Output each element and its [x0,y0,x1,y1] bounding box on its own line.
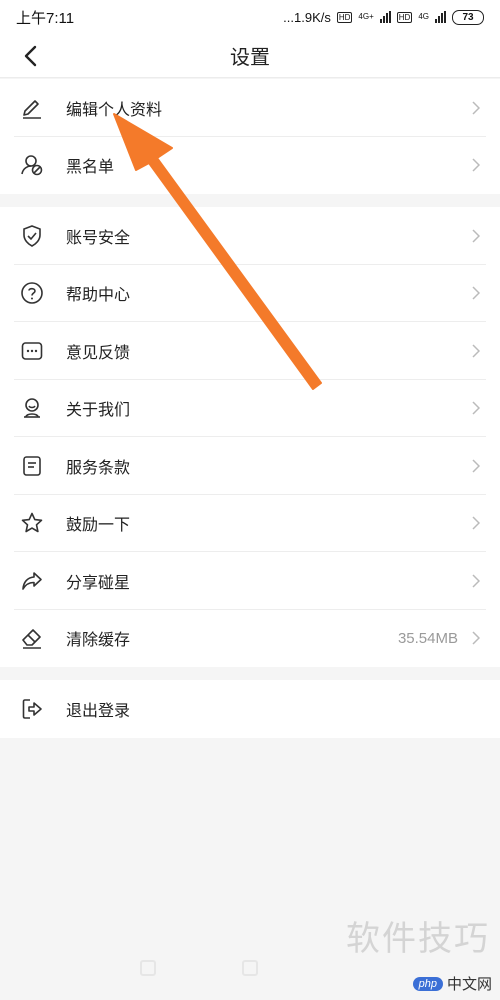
faint-nav-icon [140,960,156,976]
watermark-site: 中文网 [446,976,492,993]
row-terms-of-service[interactable]: 服务条款 [0,437,500,495]
status-indicators: ...1.9K/s HD 4G+ HD 4G 73 [283,9,484,25]
nav-header: 设置 [0,34,500,78]
chevron-right-icon [470,228,482,244]
faint-nav-icon [242,960,258,976]
eraser-icon [18,624,46,652]
status-bar: 上午7:11 ...1.9K/s HD 4G+ HD 4G 73 [0,0,500,34]
row-label: 账号安全 [66,229,131,247]
signal-icon [379,11,391,23]
row-label: 帮助中心 [66,287,131,305]
hd-icon: HD [336,11,353,23]
row-share[interactable]: 分享碰星 [0,552,500,610]
about-icon [18,394,46,422]
network-speed: ...1.9K/s [283,9,331,25]
watermark-text: 软件技巧 [346,920,490,958]
settings-group-main: 账号安全 帮助中心 意见反馈 关于我们 服务条款 鼓励一下 分享碰星 清除缓存 … [0,207,500,667]
chevron-left-icon [24,45,37,67]
cache-size: 35.54MB [397,629,458,647]
edit-icon [18,94,46,122]
back-button[interactable] [14,40,46,72]
chevron-right-icon [470,573,482,589]
hd-icon-2: HD [396,11,413,23]
row-help-center[interactable]: 帮助中心 [0,265,500,322]
chevron-right-icon [470,515,482,531]
row-label: 服务条款 [66,459,131,477]
row-edit-profile[interactable]: 编辑个人资料 [0,79,500,137]
php-logo: php [412,976,443,991]
network-type-1: 4G+ [358,12,374,21]
row-label: 黑名单 [66,159,115,177]
document-icon [18,452,46,480]
chevron-right-icon [470,343,482,359]
settings-group-profile: 编辑个人资料 黑名单 [0,79,500,194]
chevron-right-icon [470,630,482,646]
chevron-right-icon [470,285,482,301]
question-icon [18,279,46,307]
shield-icon [18,222,46,250]
row-label: 意见反馈 [66,344,131,362]
feedback-icon [18,337,46,365]
logout-icon [18,695,46,723]
blacklist-icon [18,151,46,179]
settings-screen: 上午7:11 ...1.9K/s HD 4G+ HD 4G 73 设置 编辑个人… [0,0,500,1000]
chevron-right-icon [470,157,482,173]
star-icon [18,509,46,537]
row-encourage[interactable]: 鼓励一下 [0,495,500,552]
page-title: 设置 [230,47,270,69]
row-label: 清除缓存 [66,632,131,650]
row-label: 编辑个人资料 [66,101,163,119]
row-logout[interactable]: 退出登录 [0,680,500,738]
row-clear-cache[interactable]: 清除缓存 35.54MB [0,610,500,668]
status-time: 上午7:11 [16,9,75,27]
row-label: 退出登录 [66,702,131,720]
chevron-right-icon [470,458,482,474]
row-label: 关于我们 [66,402,131,420]
watermark-badge: php 中文网 [412,973,492,994]
row-label: 分享碰星 [66,574,131,592]
chevron-right-icon [470,100,482,116]
row-label: 鼓励一下 [66,517,131,535]
chevron-right-icon [470,400,482,416]
row-account-security[interactable]: 账号安全 [0,207,500,265]
share-icon [18,567,46,595]
signal-icon-2 [435,11,446,23]
row-feedback[interactable]: 意见反馈 [0,322,500,380]
battery-icon: 73 [452,9,484,25]
network-type-2: 4G [418,12,429,21]
row-about-us[interactable]: 关于我们 [0,380,500,437]
row-blacklist[interactable]: 黑名单 [0,137,500,195]
settings-group-logout: 退出登录 [0,680,500,738]
